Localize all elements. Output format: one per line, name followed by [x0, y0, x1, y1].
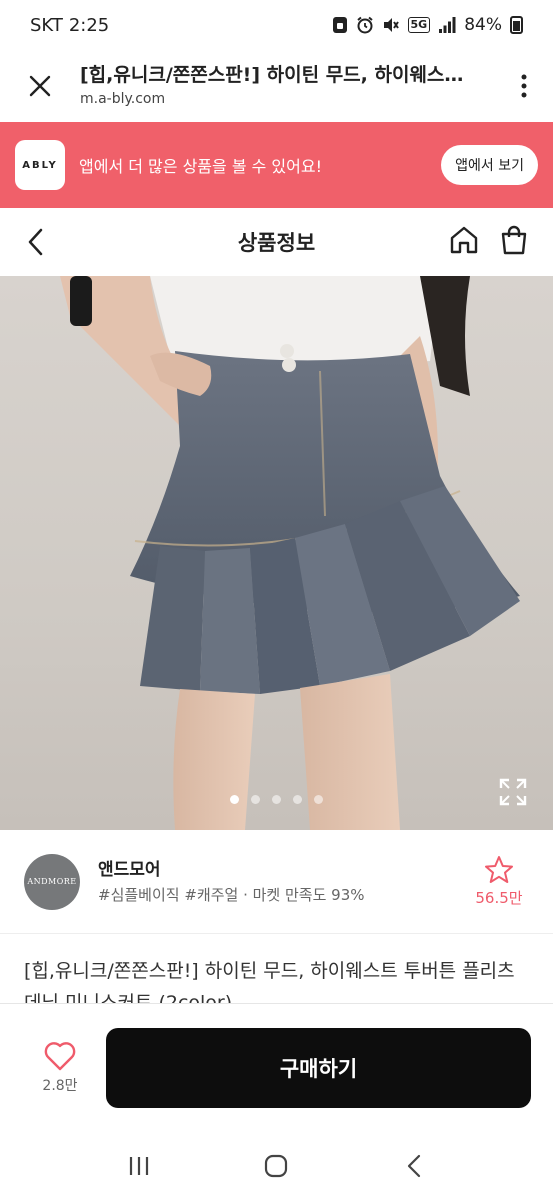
alarm-icon	[356, 16, 373, 34]
recent-apps-button[interactable]	[109, 1141, 169, 1191]
home-nav-icon	[265, 1154, 288, 1177]
app-install-banner: ABLY 앱에서 더 많은 상품을 볼 수 있어요! 앱에서 보기	[0, 122, 553, 208]
home-nav-button[interactable]	[246, 1141, 306, 1191]
home-icon	[450, 226, 478, 254]
back-button[interactable]	[0, 208, 70, 276]
home-button[interactable]	[449, 225, 479, 259]
pager-dot[interactable]	[230, 795, 239, 804]
browser-url: m.a-bly.com	[80, 91, 166, 107]
clock: 2:25	[68, 14, 110, 36]
page-header: 상품정보	[0, 208, 553, 276]
status-right: 5G 84%	[332, 15, 523, 35]
cart-button[interactable]	[499, 225, 529, 259]
open-in-app-button[interactable]: 앱에서 보기	[441, 145, 538, 185]
image-pager	[0, 795, 553, 804]
browser-toolbar: [힙,유니크/쫀쫀스판!] 하이틴 무드, 하이웨스… m.a-bly.com	[0, 50, 553, 122]
back-nav-button[interactable]	[384, 1141, 444, 1191]
shop-favorite-count: 56.5만	[475, 889, 523, 907]
shop-info: 앤드모어 #심플베이직 #캐주얼 · 마켓 만족도 93%	[80, 857, 469, 907]
mute-icon	[383, 18, 399, 32]
product-title: [힙,유니크/쫀쫀스판!] 하이틴 무드, 하이웨스트 투버튼 플리츠 데님 미…	[24, 960, 515, 1003]
more-vertical-icon	[521, 74, 527, 98]
back-nav-icon	[408, 1154, 421, 1177]
shop-favorite-button[interactable]: 56.5만	[469, 855, 529, 908]
pager-dot[interactable]	[251, 795, 260, 804]
shopping-bag-icon	[501, 225, 527, 255]
status-left: SKT 2:25	[30, 15, 109, 36]
expand-icon[interactable]	[499, 778, 527, 806]
header-actions	[449, 225, 553, 259]
browser-menu-button[interactable]	[495, 50, 553, 122]
system-nav-bar	[0, 1131, 553, 1200]
chevron-left-icon	[28, 228, 43, 256]
shop-info-row[interactable]: ANDMORE 앤드모어 #심플베이직 #캐주얼 · 마켓 만족도 93% 56…	[0, 830, 553, 934]
star-icon	[485, 856, 513, 883]
recent-apps-icon	[129, 1156, 148, 1175]
url-block[interactable]: [힙,유니크/쫀쫀스판!] 하이틴 무드, 하이웨스… m.a-bly.com	[80, 62, 495, 110]
carrier-label: SKT	[30, 14, 63, 36]
pager-dot[interactable]	[272, 795, 281, 804]
purchase-action-bar: 2.8만 구매하기	[0, 1003, 553, 1131]
battery-icon	[510, 16, 523, 34]
pager-dot[interactable]	[314, 795, 323, 804]
banner-message: 앱에서 더 많은 상품을 볼 수 있어요!	[79, 157, 323, 176]
status-bar: SKT 2:25 5G 84%	[0, 0, 553, 50]
pager-dot[interactable]	[293, 795, 302, 804]
lock-notification-icon	[332, 17, 347, 33]
battery-percent: 84%	[464, 15, 502, 35]
close-tab-button[interactable]	[0, 50, 80, 122]
product-photo	[60, 276, 520, 830]
like-button[interactable]: 2.8만	[22, 1041, 98, 1095]
close-icon	[29, 75, 51, 97]
signal-icon	[439, 17, 456, 33]
buy-button[interactable]: 구매하기	[106, 1027, 531, 1108]
heart-icon	[44, 1041, 76, 1070]
network-type-badge: 5G	[407, 17, 431, 33]
ably-logo: ABLY	[15, 140, 65, 190]
like-count: 2.8만	[42, 1077, 78, 1094]
shop-tags: #심플베이직 #캐주얼 · 마켓 만족도 93%	[98, 885, 365, 904]
product-image-carousel[interactable]	[0, 276, 553, 830]
shop-avatar: ANDMORE	[24, 853, 80, 910]
browser-page-title: [힙,유니크/쫀쫀스판!] 하이틴 무드, 하이웨스…	[80, 64, 464, 86]
shop-name: 앤드모어	[98, 859, 161, 880]
